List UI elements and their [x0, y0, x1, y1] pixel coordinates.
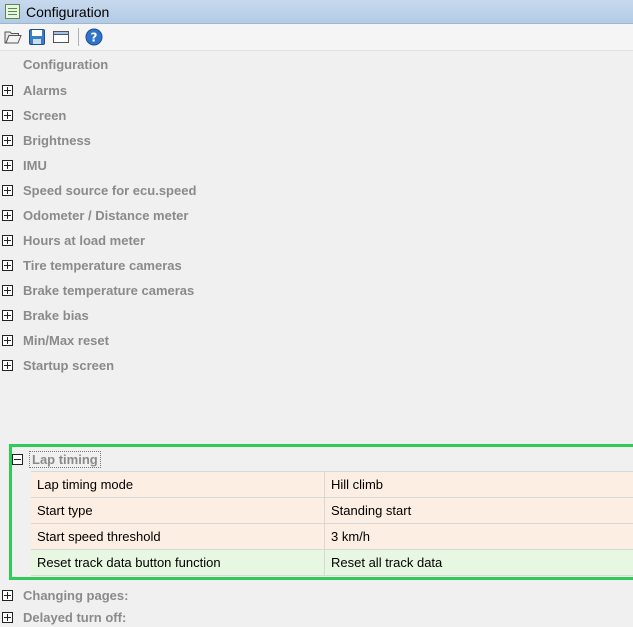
tree-category-label: Startup screen	[23, 358, 115, 373]
expand-icon[interactable]	[2, 285, 13, 296]
tree-category-label: Speed source for ecu.speed	[23, 183, 197, 198]
tree-category-row[interactable]: Odometer / Distance meter	[0, 203, 633, 228]
tree-category-row[interactable]: Tire temperature cameras	[0, 253, 633, 278]
expand-icon[interactable]	[2, 611, 13, 623]
expand-icon[interactable]	[2, 310, 13, 321]
tree-category-row[interactable]: Brake bias	[0, 303, 633, 328]
expand-icon[interactable]	[2, 360, 13, 371]
open-folder-icon	[4, 31, 22, 44]
expand-icon[interactable]	[2, 210, 13, 221]
expand-icon[interactable]	[2, 589, 13, 601]
window-icon	[53, 31, 69, 43]
property-name: Start type	[31, 498, 325, 523]
save-button[interactable]	[26, 26, 48, 48]
tree-category-row[interactable]: Changing pages:	[0, 584, 633, 606]
property-tree: Configuration Alarms Screen Brightness IMU S…	[0, 51, 633, 378]
tree-category-label: Alarms	[23, 83, 68, 98]
tree-category-label: Min/Max reset	[23, 333, 109, 348]
open-folder-button[interactable]	[2, 26, 24, 48]
property-row[interactable]: Start type Standing start	[31, 498, 633, 524]
toolbar-separator	[78, 28, 79, 46]
configuration-window: Configuration ? Configuration Alarms Scr…	[0, 0, 633, 627]
property-row-selected[interactable]: Reset track data button function Reset a…	[31, 550, 633, 576]
tree-category-row[interactable]: Alarms	[0, 78, 633, 103]
lap-timing-properties: Lap timing mode Hill climb Start type St…	[31, 471, 633, 576]
property-value[interactable]: Reset all track data	[325, 550, 633, 575]
help-icon: ?	[85, 28, 103, 46]
tree-category-row[interactable]: Hours at load meter	[0, 228, 633, 253]
tree-category-label: Tire temperature cameras	[23, 258, 182, 273]
expand-icon[interactable]	[2, 335, 13, 346]
tree-category-label: Screen	[23, 108, 67, 123]
tree-category-label: Brake bias	[23, 308, 89, 323]
toolbar: ?	[0, 24, 633, 51]
tree-category-label: Odometer / Distance meter	[23, 208, 189, 223]
tree-category-row[interactable]: Screen	[0, 103, 633, 128]
property-row[interactable]: Lap timing mode Hill climb	[31, 472, 633, 498]
window-button[interactable]	[50, 26, 72, 48]
expand-icon[interactable]	[2, 260, 13, 271]
expand-icon[interactable]	[2, 185, 13, 196]
trailing-categories: Changing pages: Delayed turn off:	[0, 584, 633, 627]
window-title: Configuration	[26, 3, 110, 20]
tree-category-label: Brake temperature cameras	[23, 283, 195, 298]
lap-timing-section: Lap timing Lap timing mode Hill climb St…	[9, 444, 633, 580]
tree-root: Configuration	[0, 51, 633, 78]
save-disk-icon	[29, 29, 45, 45]
tree-category-label: Hours at load meter	[23, 233, 146, 248]
property-name: Lap timing mode	[31, 472, 325, 497]
property-name: Reset track data button function	[31, 550, 325, 575]
tree-category-label: Changing pages:	[23, 587, 129, 603]
expand-icon[interactable]	[2, 160, 13, 171]
lap-timing-label: Lap timing	[29, 450, 101, 468]
tree-category-label: IMU	[23, 158, 47, 173]
tree-category-row[interactable]: IMU	[0, 153, 633, 178]
tree-root-label: Configuration	[23, 57, 109, 72]
tree-category-row[interactable]: Min/Max reset	[0, 328, 633, 353]
expand-icon[interactable]	[2, 85, 13, 96]
property-row[interactable]: Start speed threshold 3 km/h	[31, 524, 633, 550]
expand-icon[interactable]	[2, 110, 13, 121]
help-button[interactable]: ?	[83, 26, 105, 48]
expand-icon[interactable]	[2, 135, 13, 146]
lap-timing-header[interactable]: Lap timing	[12, 447, 633, 471]
tree-category-label: Delayed turn off:	[23, 609, 127, 625]
property-value[interactable]: 3 km/h	[325, 524, 633, 549]
title-bar: Configuration	[0, 0, 633, 24]
property-name: Start speed threshold	[31, 524, 325, 549]
property-value[interactable]: Hill climb	[325, 472, 633, 497]
tree-category-row[interactable]: Speed source for ecu.speed	[0, 178, 633, 203]
expand-icon[interactable]	[2, 235, 13, 246]
tree-category-label: Brightness	[23, 133, 91, 148]
collapse-icon[interactable]	[12, 453, 23, 465]
tree-category-row[interactable]: Startup screen	[0, 353, 633, 378]
property-value[interactable]: Standing start	[325, 498, 633, 523]
tree-category-row[interactable]: Brightness	[0, 128, 633, 153]
tree-category-row[interactable]: Brake temperature cameras	[0, 278, 633, 303]
tree-category-row[interactable]: Delayed turn off:	[0, 606, 633, 627]
list-window-icon	[5, 4, 20, 19]
svg-text:?: ?	[91, 31, 98, 45]
